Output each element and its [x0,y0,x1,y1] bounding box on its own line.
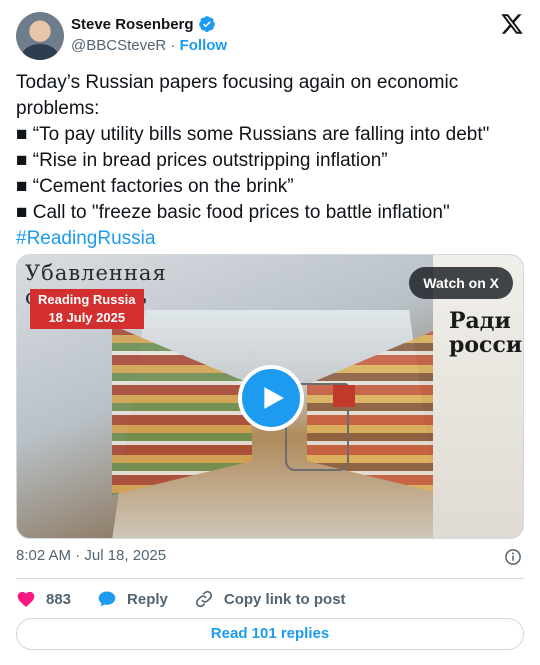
tweet-timestamp[interactable]: 8:02 AM · Jul 18, 2025 [16,547,166,564]
info-icon[interactable] [504,548,522,566]
reading-russia-badge: Reading Russia 18 July 2025 [30,289,144,329]
avatar-shoulders [22,44,58,60]
hashtag-link[interactable]: #ReadingRussia [16,226,526,252]
tweet-bullet: ■ Call to "freeze basic food prices to b… [16,202,450,223]
follow-button[interactable]: Follow [180,37,228,54]
reply-bubble-icon [98,591,116,607]
copy-link-button[interactable]: Copy link to post [194,589,346,609]
author-name[interactable]: Steve Rosenberg [71,16,194,33]
author-handle[interactable]: @BBCSteveR [71,37,166,54]
avatar[interactable] [16,12,64,60]
reply-label: Reply [127,590,168,608]
copy-link-label: Copy link to post [223,590,346,608]
like-button[interactable]: 883 [16,589,71,609]
tweet-bullet: ■ “Cement factories on the brink” [16,176,294,197]
badge-title: Reading Russia [38,292,136,307]
divider [16,578,524,579]
badge-date: 18 July 2025 [48,310,126,325]
tweet-text: Today’s Russian papers focusing again on… [16,70,526,252]
reply-button[interactable]: Reply [97,589,168,609]
x-logo-icon[interactable] [500,12,524,36]
play-icon [264,387,284,409]
play-button[interactable] [238,365,304,431]
link-icon [195,590,212,608]
watch-on-x-button[interactable]: Watch on X [409,267,513,299]
heart-icon [17,591,35,607]
action-bar: 883 Reply Copy link to post [16,588,524,610]
handle-separator: · [170,37,176,54]
author-name-row: Steve Rosenberg [71,15,216,33]
read-replies-button[interactable]: Read 101 replies [16,618,524,650]
verified-badge-icon [198,16,215,32]
tweet-header: Steve Rosenberg @BBCSteveR · Follow [16,12,524,60]
newspaper-right-title: Ради росси [449,308,523,358]
tweet-bullet: ■ “To pay utility bills some Russians ar… [16,124,490,145]
like-count: 883 [46,590,72,608]
tweet-timestamp-row: 8:02 AM · Jul 18, 2025 [16,547,524,567]
author-handle-row: @BBCSteveR · Follow [71,37,227,54]
video-thumbnail[interactable]: Убавленная стоимость Ради росси Reading … [16,254,524,539]
cart-basket-image [333,385,355,407]
tweet-intro-line-2: problems: [16,98,100,119]
tweet-intro-line-1: Today’s Russian papers focusing again on… [16,72,459,93]
tweet-bullet: ■ “Rise in bread prices outstripping inf… [16,150,388,171]
